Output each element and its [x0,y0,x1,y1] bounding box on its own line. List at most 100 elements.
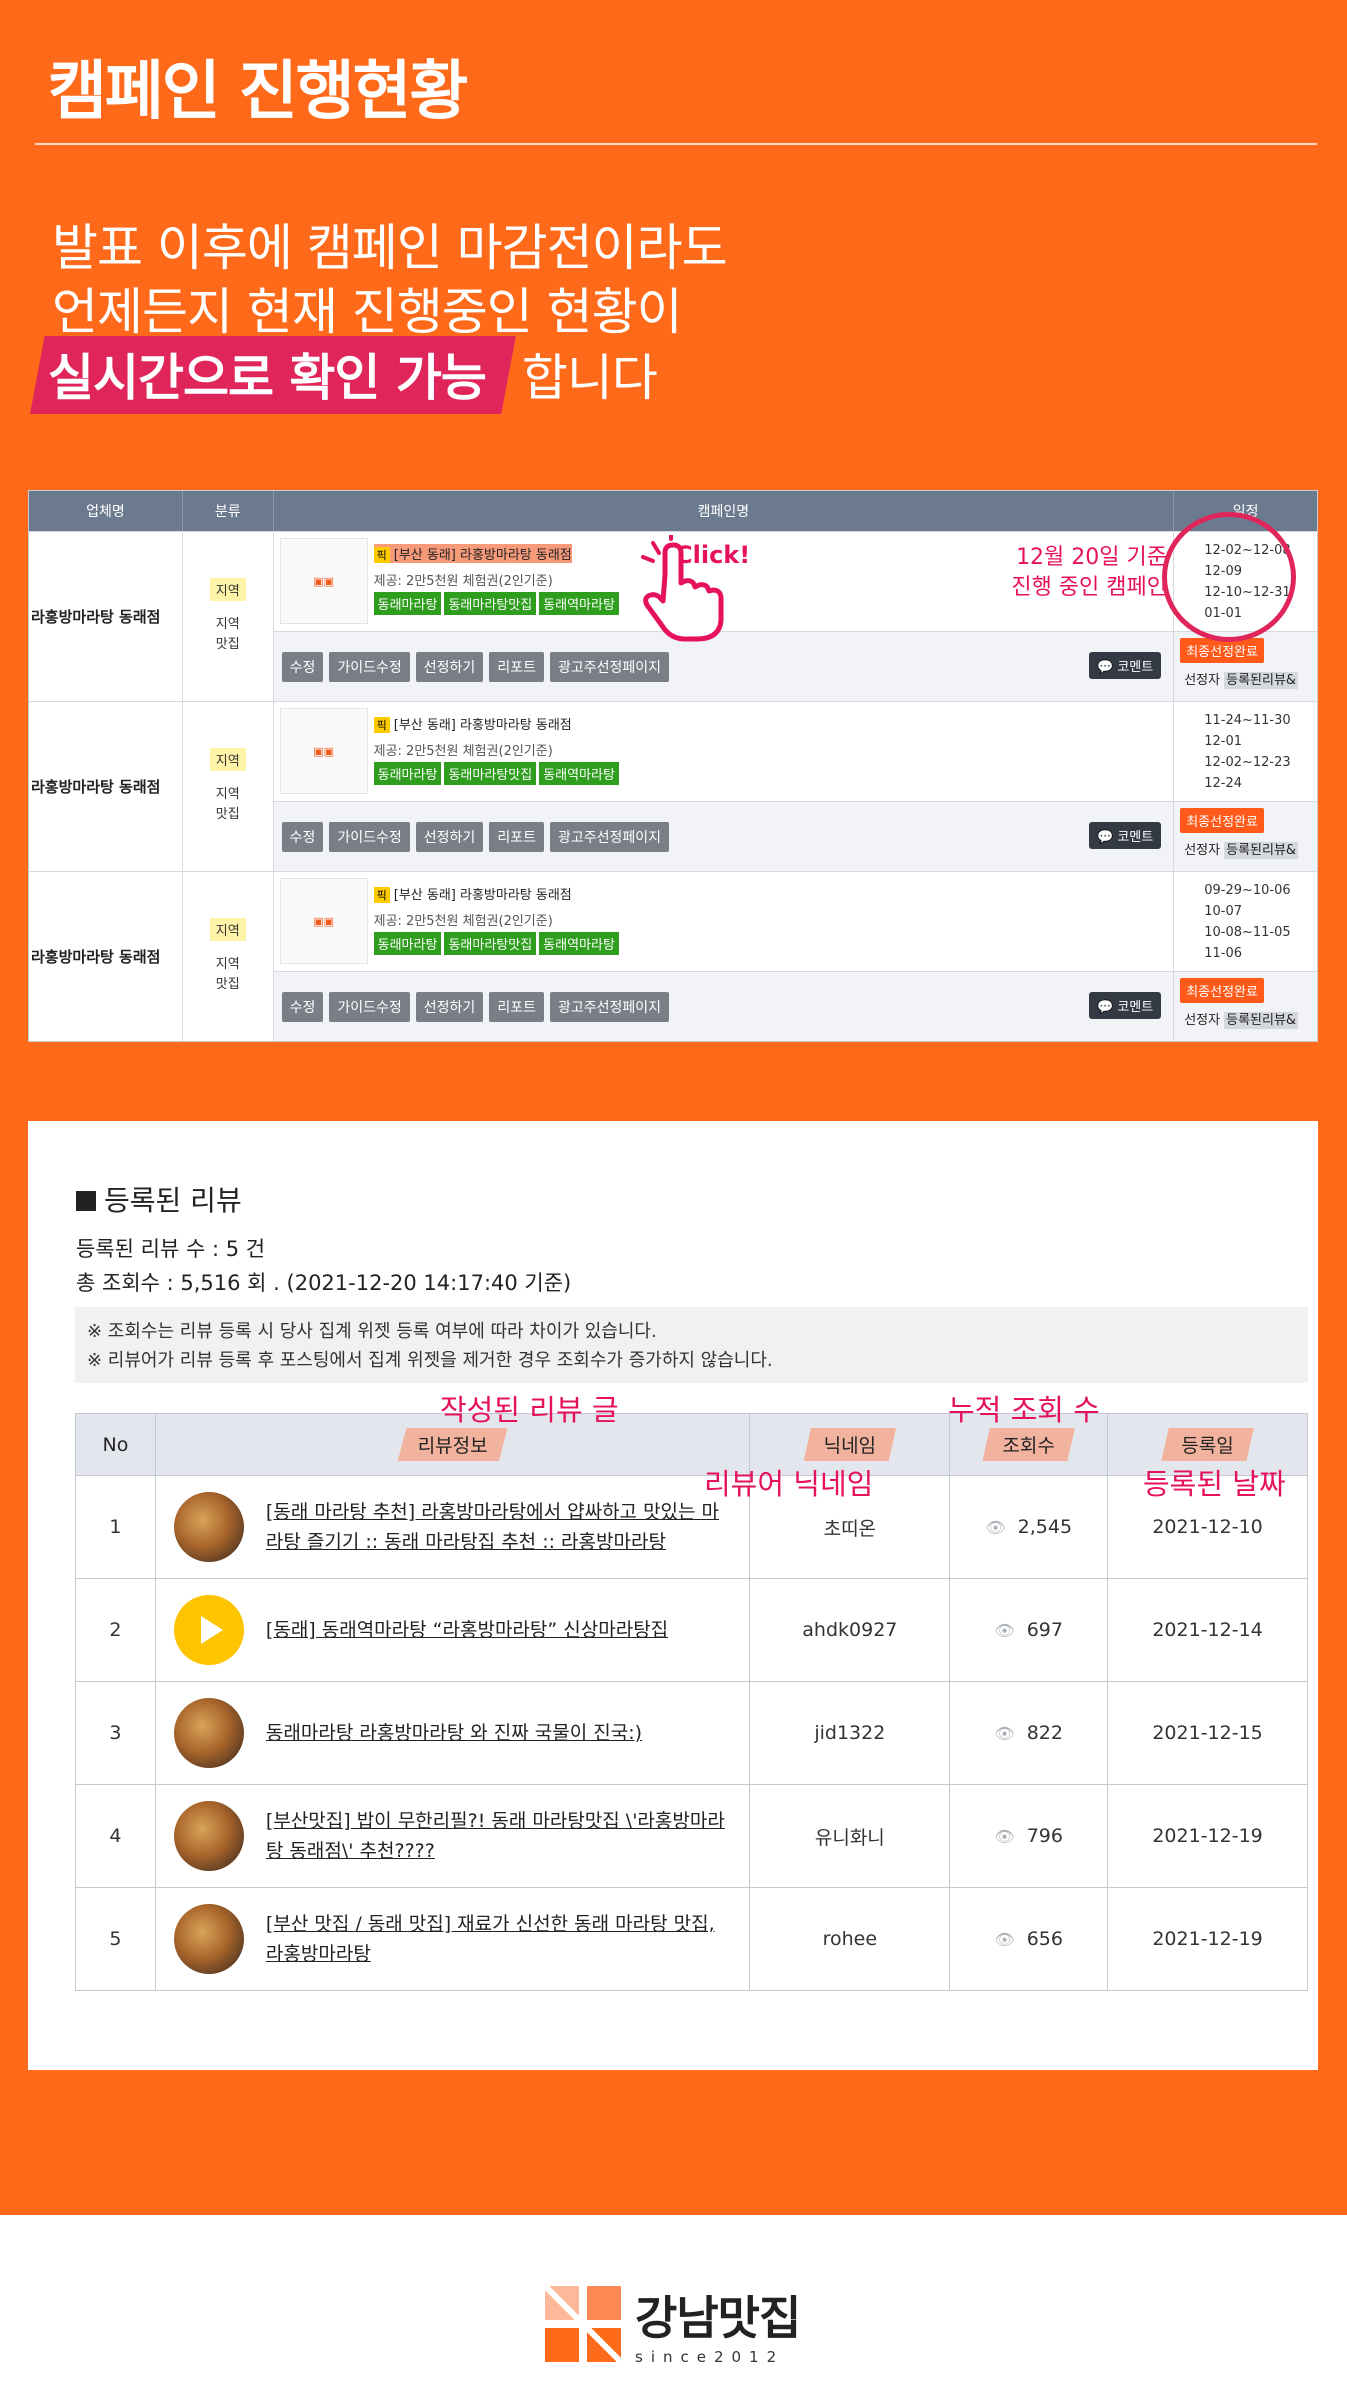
schedule-date: 12-02~12-23 [1204,755,1291,770]
business-name: 라홍방마라탕 동래점 [29,872,183,1041]
final-selection-badge[interactable]: 최종선정완료 [1180,978,1264,1004]
review-no: 3 [75,1681,156,1785]
registered-review-link[interactable]: 등록된리뷰& [1224,1012,1299,1030]
schedule-dates: 09-29~10-06 10-07 10-08~11-05 11-06 [1174,872,1317,971]
campaign-table-header: 업체명 분류 캠페인명 일정 [29,491,1317,531]
business-name: 라홍방마라탕 동래점 [29,532,183,701]
notice-line-2: ※ 리뷰어가 리뷰 등록 후 포스팅에서 집계 위젯을 제거한 경우 조회수가 … [87,1350,773,1371]
keyword-chip[interactable]: 동래마라탕맛집 [444,592,537,615]
schedule-status: 최종선정완료 선정자 등록된리뷰& [1174,631,1317,701]
action-button[interactable]: 리포트 [489,651,544,682]
annotation-date: 등록된 날짜 [1143,1467,1286,1501]
col-no: No [75,1413,156,1476]
speech-bubble-icon: 💬 [1097,660,1114,676]
review-date: 2021-12-19 [1107,1784,1308,1888]
review-link[interactable]: [부산 맛집 / 동래 맛집] 재료가 신선한 동래 마라탕 맛집, 라홍방마라… [266,1909,736,1969]
review-nickname: 유니화니 [749,1784,951,1888]
brand-mini-icon: ▣▣ [313,914,335,928]
action-button[interactable]: 광고주선정페이지 [549,821,670,852]
action-button[interactable]: 가이드수정 [329,651,410,682]
schedule-status: 최종선정완료 선정자 등록된리뷰& [1174,971,1317,1041]
keyword-chip[interactable]: 동래마라탕 [373,762,442,785]
action-button[interactable]: 선정하기 [415,991,484,1022]
comment-button[interactable]: 💬 코멘트 [1089,652,1162,680]
action-button[interactable]: 리포트 [489,991,544,1022]
registered-review-link[interactable]: 등록된리뷰& [1224,842,1299,860]
page-title: 캠페인 진행현황 [48,55,468,129]
action-button[interactable]: 광고주선정페이지 [549,991,670,1022]
selected-label[interactable]: 선정자 [1182,842,1222,859]
campaign-actions: 수정 가이드수정 선정하기 리포트 광고주선정페이지 💬 코멘트 [273,971,1174,1041]
final-selection-badge[interactable]: 최종선정완료 [1180,638,1264,664]
final-selection-badge[interactable]: 최종선정완료 [1180,808,1264,834]
brand-since: since2012 [635,2348,785,2366]
keyword-chip[interactable]: 동래역마라탕 [539,592,619,615]
annotation-review-text: 작성된 리뷰 글 [440,1393,619,1427]
review-link[interactable]: 동래마라탕 라홍방마라탕 와 진짜 국물이 진국:) [266,1718,642,1748]
annotation-nickname: 리뷰어 닉네임 [704,1467,874,1501]
hero-highlight: 실시간으로 확인 가능 [30,336,516,414]
keyword-chip[interactable]: 동래역마라탕 [539,762,619,785]
schedule-date: 10-08~11-05 [1204,925,1291,940]
review-info: [동래 마라탕 추천] 라홍방마라탕에서 얍싸하고 맛있는 마라탕 즐기기 ::… [154,1475,751,1579]
action-button[interactable]: 가이드수정 [329,821,410,852]
speech-bubble-icon: 💬 [1097,830,1114,846]
eye-icon: 👁 [985,1518,1006,1537]
review-count: 등록된 리뷰 수 : 5 건 [76,1237,266,1261]
campaign-thumbnail[interactable]: ▣▣ [279,878,368,964]
review-date: 2021-12-15 [1107,1681,1308,1785]
campaign-info: ▣▣ 픽 [부산 동래] 라홍방마라탕 동래점 제공: 2만5천원 체험권(2인기… [274,872,1174,971]
schedule-status: 최종선정완료 선정자 등록된리뷰& [1174,801,1317,871]
comment-button[interactable]: 💬 코멘트 [1089,822,1162,850]
hero-line-3: 실시간으로 확인 가능 합니다 [30,336,658,414]
play-icon[interactable] [173,1595,244,1665]
date-note-line-1: 12월 20일 기준 [1016,545,1167,570]
review-thumbnail[interactable] [173,1492,244,1562]
eye-icon: 👁 [994,1621,1015,1640]
keyword-chip[interactable]: 동래마라탕맛집 [444,762,537,785]
keyword-chip[interactable]: 동래마라탕 [373,592,442,615]
review-views-value: 796 [1026,1825,1063,1847]
reviews-heading: 등록된 리뷰 [76,1179,242,1219]
selected-label[interactable]: 선정자 [1182,672,1222,689]
campaign-title[interactable]: 픽 [부산 동래] 라홍방마라탕 동래점 [373,884,572,903]
action-button[interactable]: 선정하기 [415,821,484,852]
action-button[interactable]: 수정 [281,651,324,682]
campaign-thumbnail[interactable]: ▣▣ [279,708,368,794]
review-link[interactable]: [동래] 동래역마라탕 “라홍방마라탕” 신상마라탕집 [266,1615,668,1645]
campaign-thumbnail[interactable]: ▣▣ [279,538,368,624]
campaign-cell: ▣▣ 픽 [부산 동래] 라홍방마라탕 동래점 제공: 2만5천원 체험권(2인기… [273,702,1175,871]
review-info: [부산 맛집 / 동래 맛집] 재료가 신선한 동래 마라탕 맛집, 라홍방마라… [154,1887,751,1991]
pick-badge: 픽 [373,717,390,733]
action-button[interactable]: 가이드수정 [329,991,410,1022]
selected-label[interactable]: 선정자 [1182,1012,1222,1029]
action-button[interactable]: 수정 [281,991,324,1022]
action-button[interactable]: 리포트 [489,821,544,852]
review-link[interactable]: [부산맛집] 밥이 무한리필?! 동래 마라탕맛집 \'라홍방마라탕 동래점\'… [266,1806,736,1866]
table-row: 4 [부산맛집] 밥이 무한리필?! 동래 마라탕맛집 \'라홍방마라탕 동래점… [75,1784,1308,1888]
campaign-title[interactable]: 픽 [부산 동래] 라홍방마라탕 동래점 [373,714,572,733]
action-button[interactable]: 선정하기 [415,651,484,682]
review-link[interactable]: [동래 마라탕 추천] 라홍방마라탕에서 얍싸하고 맛있는 마라탕 즐기기 ::… [266,1497,736,1557]
keyword-chip[interactable]: 동래역마라탕 [539,932,619,955]
action-button[interactable]: 광고주선정페이지 [549,651,670,682]
review-thumbnail[interactable] [173,1904,244,1974]
review-info: [부산맛집] 밥이 무한리필?! 동래 마라탕맛집 \'라홍방마라탕 동래점\'… [154,1784,751,1888]
header-category: 분류 [183,491,274,531]
col-info-label: 리뷰정보 [397,1428,508,1461]
review-thumbnail[interactable] [173,1801,244,1871]
keyword-chip[interactable]: 동래마라탕맛집 [444,932,537,955]
campaign-title[interactable]: 픽 [부산 동래] 라홍방마라탕 동래점 [373,544,572,563]
category-label: 지역 맛집 [215,617,240,652]
campaign-info: ▣▣ 픽 [부산 동래] 라홍방마라탕 동래점 제공: 2만5천원 체험권(2인기… [274,702,1174,801]
comment-button[interactable]: 💬 코멘트 [1089,992,1162,1020]
category-tag: 지역 [209,748,246,771]
registered-review-link[interactable]: 등록된리뷰& [1224,672,1299,690]
keyword-chip[interactable]: 동래마라탕 [373,932,442,955]
review-views: 👁 697 [949,1578,1109,1682]
table-row: 2 [동래] 동래역마라탕 “라홍방마라탕” 신상마라탕집 ahdk0927 👁… [75,1578,1308,1682]
review-thumbnail[interactable] [173,1698,244,1768]
action-button[interactable]: 수정 [281,821,324,852]
hero-line-2: 언제든지 현재 진행중인 현황이 [52,283,683,341]
table-row: 3 동래마라탕 라홍방마라탕 와 진짜 국물이 진국:) jid1322 👁 82… [75,1681,1308,1785]
